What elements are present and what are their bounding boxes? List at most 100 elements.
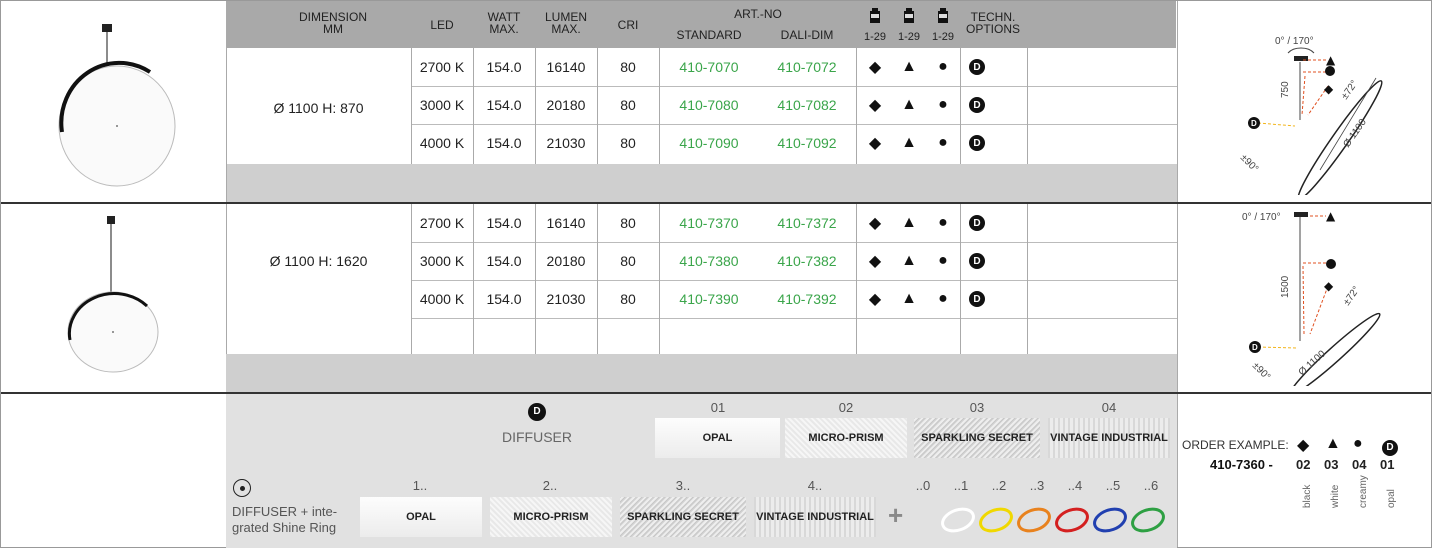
circle-icon: ● <box>938 58 948 75</box>
circle-icon: ● <box>938 134 948 151</box>
header-techn: TECHN. OPTIONS <box>965 10 1020 36</box>
svg-text:▲: ▲ <box>1326 209 1336 223</box>
led-cell: 4000 K <box>419 291 465 307</box>
lumen-cell: 16140 <box>546 59 586 75</box>
cri-cell: 80 <box>620 135 636 151</box>
dali-badge-icon: D <box>960 48 994 86</box>
ring-color-num: ..4 <box>1067 478 1083 493</box>
separator-band <box>226 354 1177 392</box>
ring-colors <box>940 500 1176 540</box>
col-divider <box>856 204 857 354</box>
watt-cell: 154.0 <box>486 291 522 307</box>
table-row: 3000 K 154.0 20180 80 410-7080 410-7082 … <box>411 86 1177 124</box>
order-part: 01 <box>1380 457 1395 472</box>
order-legend: white <box>1330 484 1341 508</box>
dali-artno[interactable]: 410-7382 <box>758 242 856 280</box>
col-divider <box>1177 1 1178 547</box>
diffuser-num: 01 <box>710 400 726 415</box>
dali-artno[interactable]: 410-7372 <box>758 204 856 242</box>
order-legend: opal <box>1386 489 1397 508</box>
table-row: 3000 K 154.0 20180 80 410-7380 410-7382 … <box>411 242 1177 280</box>
circle-icon: ● <box>938 214 948 231</box>
diffuser-option-sparkling-secret[interactable]: SPARKLING SECRET <box>914 418 1040 458</box>
header-artno: ART.-NO <box>734 7 782 21</box>
diffuser-num: 04 <box>1101 400 1117 415</box>
svg-text:±90°: ±90° <box>1238 152 1260 174</box>
ring-num: 1.. <box>412 478 428 493</box>
triangle-icon: ▲ <box>901 252 917 269</box>
paint-can-icon <box>858 7 892 25</box>
mount-diagram-2: ▲ ◆ D 0° / 170° 1500 Ø 1100 ±90° ±72° <box>1180 206 1430 396</box>
dimension-value: Ø 1100 H: 1620 <box>269 253 368 269</box>
dali-artno[interactable]: 410-7082 <box>758 86 856 124</box>
svg-text:D: D <box>1251 119 1257 128</box>
svg-text:◆: ◆ <box>1324 82 1334 96</box>
svg-text:▲: ▲ <box>1326 53 1336 67</box>
diffuser-option-micro-prism[interactable]: MICRO-PRISM <box>785 418 907 458</box>
watt-cell: 154.0 <box>486 97 522 113</box>
svg-text:Ø 1100: Ø 1100 <box>1341 117 1369 150</box>
separator-band <box>226 164 1177 202</box>
diffuser-title: DIFFUSER <box>502 429 572 445</box>
standard-artno[interactable]: 410-7080 <box>660 86 758 124</box>
led-cell: 3000 K <box>419 253 465 269</box>
svg-text:1500: 1500 <box>1280 275 1291 298</box>
diffuser-num: 02 <box>838 400 854 415</box>
triangle-icon: ▲ <box>901 58 917 75</box>
diamond-icon: ◆ <box>868 135 882 152</box>
standard-artno[interactable]: 410-7390 <box>660 280 758 318</box>
table-row: 2700 K 154.0 16140 80 410-7370 410-7372 … <box>411 204 1177 242</box>
circle-icon: ● <box>938 96 948 113</box>
col-divider <box>597 204 598 354</box>
watt-cell: 154.0 <box>486 253 522 269</box>
paint-can-icon <box>926 7 960 25</box>
cri-cell: 80 <box>620 291 636 307</box>
ring-label: DIFFUSER + inte-grated Shine Ring <box>232 504 338 535</box>
led-cell: 2700 K <box>419 59 465 75</box>
diamond-icon: ◆ <box>868 253 882 270</box>
dali-artno[interactable]: 410-7392 <box>758 280 856 318</box>
triangle-icon: ▲ <box>901 290 917 307</box>
cri-cell: 80 <box>620 59 636 75</box>
ring-option-sparkling-secret[interactable]: SPARKLING SECRET <box>620 497 746 537</box>
lumen-cell: 20180 <box>546 97 586 113</box>
ring-color-num: ..2 <box>991 478 1007 493</box>
order-part: 03 <box>1324 457 1339 472</box>
diffuser-option-opal[interactable]: OPAL <box>655 418 780 458</box>
table-row: 2700 K 154.0 16140 80 410-7070 410-7072 … <box>411 48 1177 86</box>
diffuser-option-vintage-industrial[interactable]: VINTAGE INDUSTRIAL <box>1048 418 1170 458</box>
circle-icon: ● <box>938 252 948 269</box>
header-lumen: LUMEN MAX. <box>544 10 587 36</box>
svg-text:0° / 170°: 0° / 170° <box>1242 212 1281 223</box>
standard-artno[interactable]: 410-7380 <box>660 242 758 280</box>
col-divider <box>535 204 536 354</box>
standard-artno[interactable]: 410-7070 <box>660 48 758 86</box>
ring-option-vintage-industrial[interactable]: VINTAGE INDUSTRIAL <box>754 497 876 537</box>
svg-text:±90°: ±90° <box>1250 360 1272 382</box>
diamond-icon: ◆ <box>868 97 882 114</box>
standard-artno[interactable]: 410-7370 <box>660 204 758 242</box>
header-dali: DALI-DIM <box>780 28 834 42</box>
diamond-icon: ◆ <box>868 215 882 232</box>
col-divider <box>535 48 536 164</box>
col-divider <box>473 204 474 354</box>
dimension-value: Ø 1100 H: 870 <box>273 100 364 116</box>
svg-text:±72°: ±72° <box>1341 285 1362 308</box>
led-cell: 2700 K <box>419 215 465 231</box>
dali-badge-icon: D <box>960 86 994 124</box>
diamond-icon: ◆ <box>1297 437 1310 454</box>
ring-option-micro-prism[interactable]: MICRO-PRISM <box>490 497 612 537</box>
col-divider <box>411 48 412 164</box>
ring-option-opal[interactable]: OPAL <box>360 497 482 537</box>
dali-artno[interactable]: 410-7092 <box>758 124 856 162</box>
svg-text:0° / 170°: 0° / 170° <box>1275 36 1314 47</box>
header-watt: WATT MAX. <box>487 10 521 36</box>
row-divider <box>411 280 1177 281</box>
row-divider <box>411 242 1177 243</box>
dali-artno[interactable]: 410-7072 <box>758 48 856 86</box>
standard-artno[interactable]: 410-7090 <box>660 124 758 162</box>
col-divider <box>960 48 961 164</box>
dali-badge-icon: D <box>1382 437 1398 456</box>
ring-color-num: ..3 <box>1029 478 1045 493</box>
svg-text:◆: ◆ <box>1324 279 1334 293</box>
